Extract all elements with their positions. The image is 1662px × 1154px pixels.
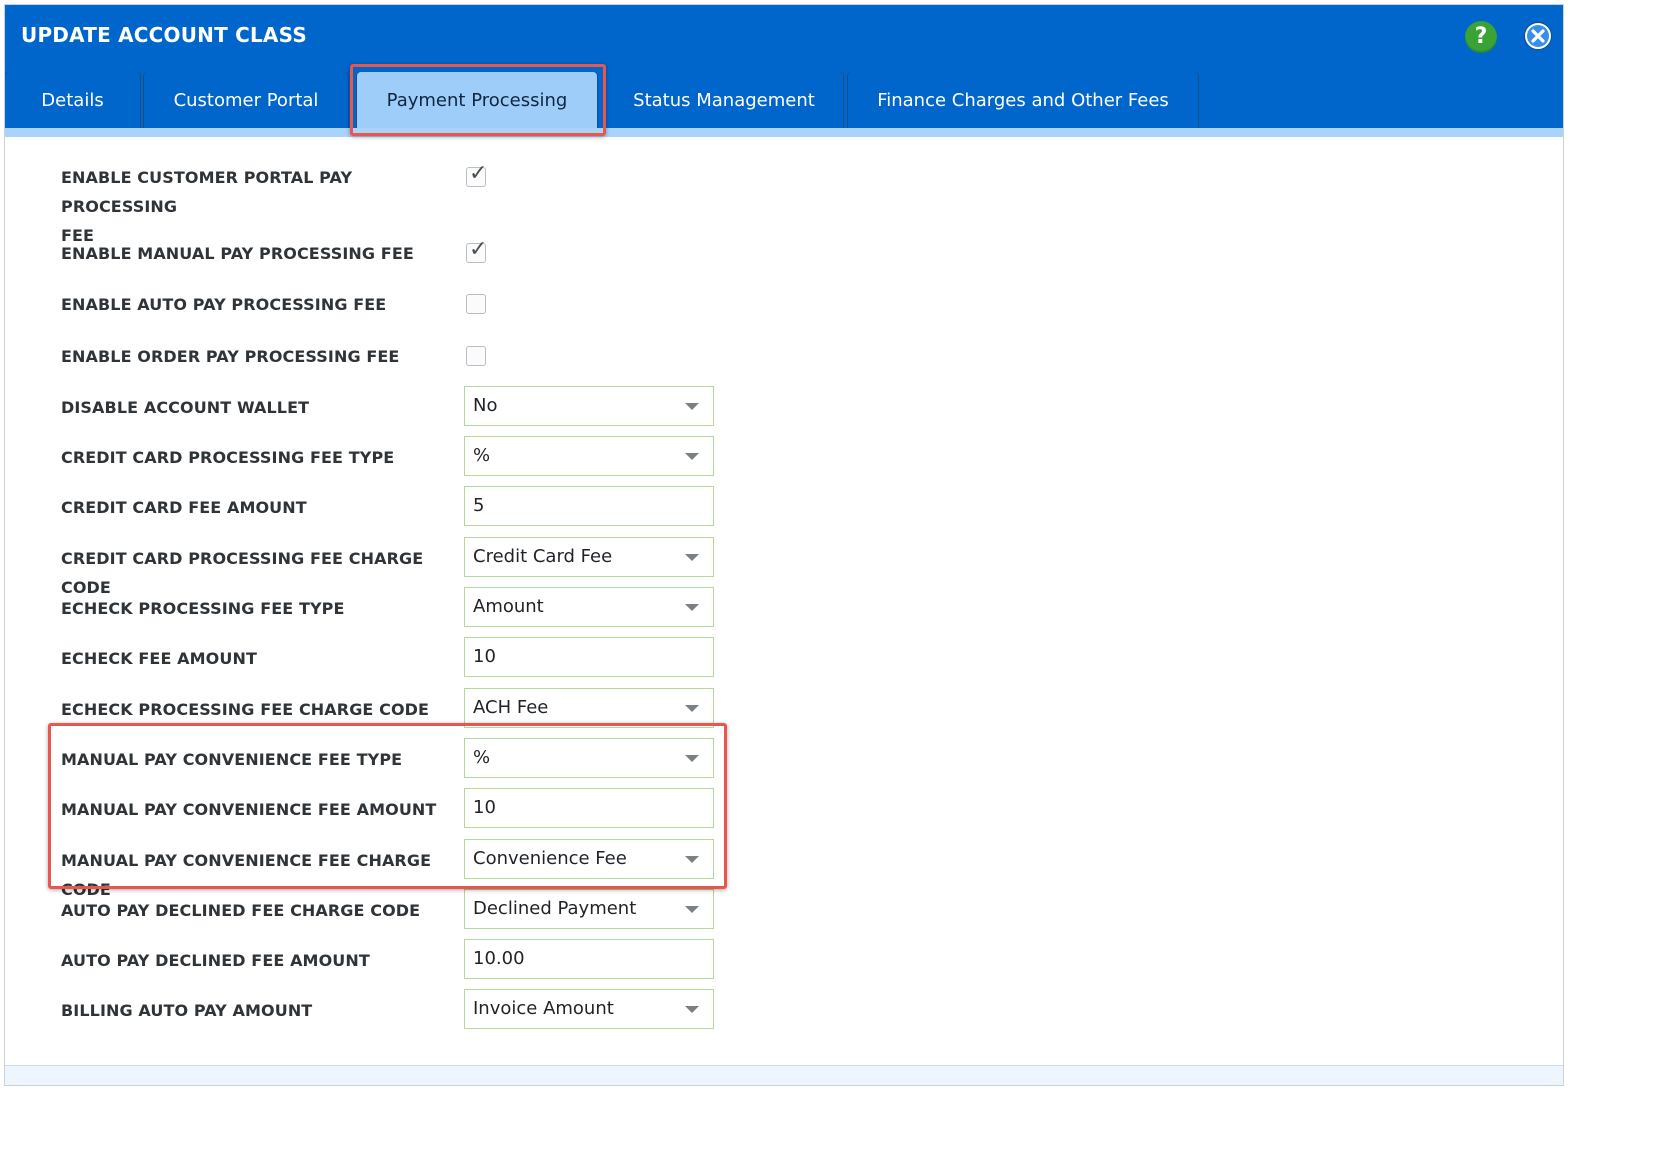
checkmark-icon: ✓ — [469, 161, 488, 186]
auto-pay-declined-fee-charge-code-value: Declined Payment — [473, 898, 637, 919]
enable-manual-pay-processing-fee-checkbox[interactable]: ✓ — [466, 239, 487, 263]
billing-auto-pay-amount-value: Invoice Amount — [473, 998, 614, 1019]
echeck-fee-amount-value: 10 — [473, 646, 496, 667]
dialog-footer — [5, 1065, 1563, 1085]
active-tab-highlight-box — [350, 64, 606, 136]
close-icon[interactable] — [1523, 21, 1553, 51]
enable-order-pay-processing-fee-label: ENABLE ORDER PAY PROCESSING FEE — [61, 347, 400, 366]
enable-auto-pay-processing-fee-label: ENABLE AUTO PAY PROCESSING FEE — [61, 295, 387, 314]
chevron-down-icon — [685, 554, 699, 561]
tab-customer-portal[interactable]: Customer Portal — [144, 72, 348, 128]
credit-card-fee-amount-value: 5 — [473, 495, 485, 516]
chevron-down-icon — [685, 403, 699, 410]
echeck-processing-fee-type-value: Amount — [473, 596, 544, 617]
credit-card-fee-amount-label: CREDIT CARD FEE AMOUNT — [61, 498, 307, 517]
enable-order-pay-processing-fee-checkbox[interactable] — [466, 346, 486, 366]
echeck-processing-fee-charge-code-value: ACH Fee — [473, 697, 549, 718]
echeck-processing-fee-charge-code-label: ECHECK PROCESSING FEE CHARGE CODE — [61, 700, 430, 719]
tab-details[interactable]: Details — [5, 72, 140, 128]
tab-finance-charges-and-other-fees[interactable]: Finance Charges and Other Fees — [848, 72, 1198, 128]
dialog-titlebar: UPDATE ACCOUNT CLASS ? Details Customer … — [5, 5, 1563, 129]
tab-strip-underline — [5, 128, 1563, 137]
credit-card-processing-fee-type-label: CREDIT CARD PROCESSING FEE TYPE — [61, 448, 395, 467]
billing-auto-pay-amount-label: BILLING AUTO PAY AMOUNT — [61, 1001, 313, 1020]
credit-card-processing-fee-type-select[interactable]: % — [464, 436, 714, 476]
auto-pay-declined-fee-amount-label: AUTO PAY DECLINED FEE AMOUNT — [61, 951, 370, 970]
update-account-class-dialog: UPDATE ACCOUNT CLASS ? Details Customer … — [4, 4, 1564, 1086]
echeck-processing-fee-type-select[interactable]: Amount — [464, 587, 714, 627]
auto-pay-declined-fee-charge-code-label: AUTO PAY DECLINED FEE CHARGE CODE — [61, 901, 421, 920]
enable-auto-pay-processing-fee-checkbox[interactable] — [466, 294, 486, 314]
auto-pay-declined-fee-charge-code-select[interactable]: Declined Payment — [464, 889, 714, 929]
checkmark-icon: ✓ — [469, 237, 488, 262]
help-icon[interactable]: ? — [1465, 21, 1497, 53]
chevron-down-icon — [685, 453, 699, 460]
echeck-processing-fee-charge-code-select[interactable]: ACH Fee — [464, 688, 714, 728]
enable-customer-portal-pay-processing-fee-checkbox[interactable]: ✓ — [466, 163, 487, 187]
enable-customer-portal-pay-processing-fee-label: ENABLE CUSTOMER PORTAL PAY PROCESSING FE… — [61, 168, 353, 245]
chevron-down-icon — [685, 1006, 699, 1013]
disable-account-wallet-label: DISABLE ACCOUNT WALLET — [61, 398, 310, 417]
chevron-down-icon — [685, 906, 699, 913]
chevron-down-icon — [685, 705, 699, 712]
tab-status-management[interactable]: Status Management — [605, 72, 843, 128]
credit-card-processing-fee-charge-code-select[interactable]: Credit Card Fee — [464, 537, 714, 577]
echeck-processing-fee-type-label: ECHECK PROCESSING FEE TYPE — [61, 599, 345, 618]
credit-card-processing-fee-charge-code-value: Credit Card Fee — [473, 546, 613, 567]
chevron-down-icon — [685, 604, 699, 611]
billing-auto-pay-amount-select[interactable]: Invoice Amount — [464, 989, 714, 1029]
disable-account-wallet-select[interactable]: No — [464, 386, 714, 426]
auto-pay-declined-fee-amount-input[interactable]: 10.00 — [464, 939, 714, 979]
credit-card-processing-fee-type-value: % — [473, 445, 491, 466]
dialog-title: UPDATE ACCOUNT CLASS — [21, 23, 307, 47]
enable-manual-pay-processing-fee-label: ENABLE MANUAL PAY PROCESSING FEE — [61, 244, 414, 263]
auto-pay-declined-fee-amount-value: 10.00 — [473, 948, 525, 969]
echeck-fee-amount-label: ECHECK FEE AMOUNT — [61, 649, 257, 668]
disable-account-wallet-value: No — [473, 395, 498, 416]
manual-pay-convenience-fee-highlight-box — [48, 723, 727, 889]
credit-card-fee-amount-input[interactable]: 5 — [464, 486, 714, 526]
echeck-fee-amount-input[interactable]: 10 — [464, 637, 714, 677]
